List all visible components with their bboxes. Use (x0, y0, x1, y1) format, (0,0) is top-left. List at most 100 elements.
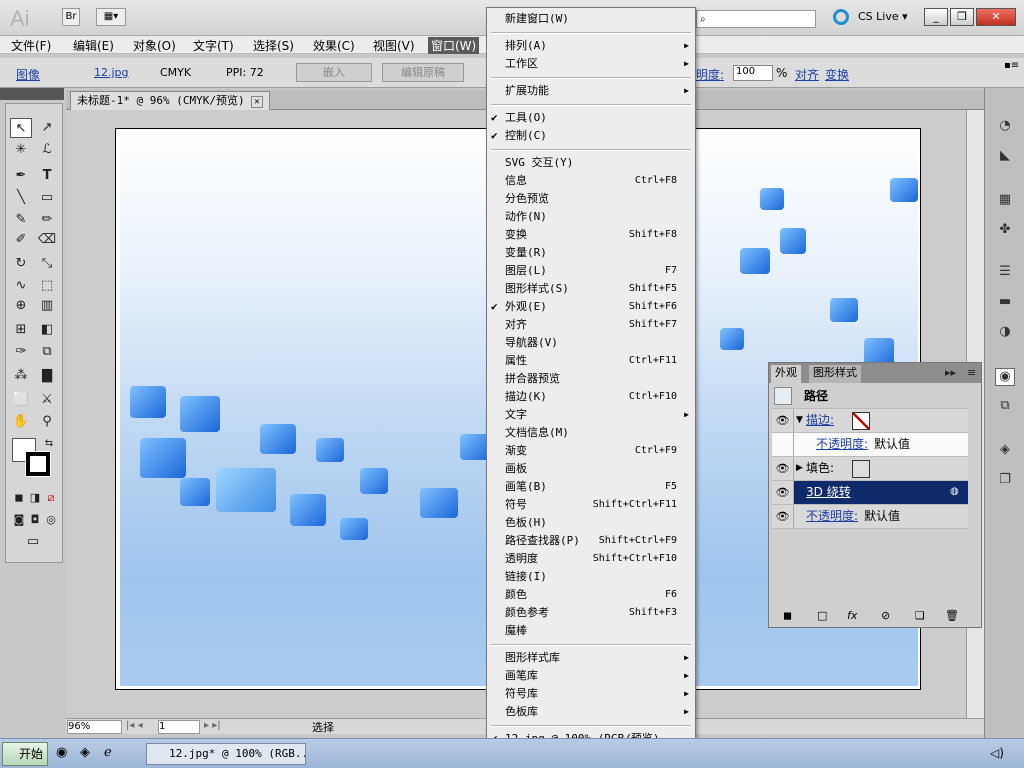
pen-tool-icon[interactable]: ✒ (10, 166, 32, 186)
menu-item[interactable]: 路径查找器(P) Shift+Ctrl+F9 (487, 532, 695, 550)
menu-item[interactable]: SVG 交互(Y) (487, 154, 695, 172)
effect-row[interactable]: 👁 3D 绕转 ◍ (772, 481, 968, 505)
ie-icon[interactable]: ℯ (104, 745, 112, 760)
panel-menu-icon[interactable]: ≡ (963, 365, 980, 383)
menu-item[interactable]: 图形样式库 ▶ (487, 649, 695, 667)
menu-item[interactable]: 画板 (487, 460, 695, 478)
warp-tool-icon[interactable]: ∿ (10, 276, 32, 296)
close-button[interactable]: ✕ (976, 8, 1016, 26)
fill-label[interactable]: 填色: (806, 457, 834, 479)
bridge-button[interactable]: Br (62, 8, 80, 26)
blend-tool-icon[interactable]: ⧉ (36, 342, 58, 362)
menu-item[interactable]: 画笔库 ▶ (487, 667, 695, 685)
volume-icon[interactable]: ◁) (990, 746, 1004, 760)
opacity-field[interactable]: 100 (733, 65, 773, 81)
page-field[interactable]: 1 (158, 720, 200, 734)
menu-object[interactable]: 对象(O) (130, 37, 179, 54)
stroke-link[interactable]: 描边: (806, 409, 834, 431)
tools-collapse-bar[interactable] (0, 88, 64, 100)
menu-item[interactable]: 描边(K) Ctrl+F10 (487, 388, 695, 406)
menu-item[interactable]: 动作(N) (487, 208, 695, 226)
menu-item[interactable]: 符号库 ▶ (487, 685, 695, 703)
swatches-panel-icon[interactable]: ▦ (995, 192, 1015, 210)
menu-item[interactable]: 变量(R) (487, 244, 695, 262)
menu-item[interactable]: 排列(A) ▶ (487, 37, 695, 55)
eye-icon[interactable]: 👁 (772, 481, 794, 504)
stroke-row[interactable]: 👁 ▼ 描边: (772, 409, 968, 433)
opacity-link[interactable]: 明度: (696, 66, 724, 83)
eraser-tool-icon[interactable]: ⌫ (36, 230, 58, 250)
menu-window[interactable]: 窗口(W) (428, 37, 480, 54)
page-nav-first-icon[interactable]: |◂ ◂ (126, 720, 143, 731)
menu-item[interactable]: 颜色参考 Shift+F3 (487, 604, 695, 622)
status-text[interactable]: 选择 (312, 719, 334, 735)
menu-item[interactable]: 分色预览 (487, 190, 695, 208)
menu-item[interactable]: 对齐 Shift+F7 (487, 316, 695, 334)
menu-item[interactable]: 信息 Ctrl+F8 (487, 172, 695, 190)
eye-icon[interactable] (772, 433, 794, 456)
gradient-tool-icon[interactable]: ◧ (36, 320, 58, 340)
menu-item[interactable]: 工作区 ▶ (487, 55, 695, 73)
rectangle-tool-icon[interactable]: ▭ (36, 188, 58, 208)
align-link[interactable]: 对齐 (795, 66, 819, 83)
page-nav-next-icon[interactable]: ▸ ▸| (204, 720, 221, 731)
tab-appearance[interactable]: 外观 (771, 365, 801, 383)
magic-wand-tool-icon[interactable]: ✳ (10, 140, 32, 160)
stroke-swatch[interactable] (25, 451, 51, 477)
minimize-button[interactable]: _ (924, 8, 948, 26)
none-mode-icon[interactable]: ⧄ (40, 488, 62, 508)
zoom-tool-icon[interactable]: ⚲ (36, 412, 58, 432)
taskbar-illustrator-button[interactable]: 12.jpg* @ 100% (RGB... (146, 743, 306, 765)
menu-view[interactable]: 视图(V) (370, 37, 418, 54)
edit-original-button[interactable]: 编辑原稿 (382, 63, 464, 82)
close-tab-icon[interactable]: ✕ (251, 96, 263, 108)
eye-icon[interactable]: 👁 (772, 457, 794, 480)
eye-icon[interactable]: 👁 (772, 505, 794, 528)
opacity-link[interactable]: 不透明度: (816, 433, 868, 455)
clear-icon[interactable]: ⊘ (881, 609, 890, 622)
file-name-link[interactable]: 12.jpg (94, 66, 129, 79)
new-art-basic-icon[interactable]: ◼ (783, 609, 792, 622)
mesh-tool-icon[interactable]: ⊞ (10, 320, 32, 340)
menu-item[interactable]: ✔ 外观(E) Shift+F6 (487, 298, 695, 316)
menu-item[interactable]: 图层(L) F7 (487, 262, 695, 280)
menu-item[interactable]: 导航器(V) (487, 334, 695, 352)
menu-item[interactable]: 渐变 Ctrl+F9 (487, 442, 695, 460)
search-input[interactable]: ⌕ (696, 10, 816, 28)
menu-item[interactable]: 色板库 ▶ (487, 703, 695, 721)
menu-type[interactable]: 文字(T) (190, 37, 237, 54)
brushes-panel-icon[interactable]: ✤ (995, 222, 1015, 240)
menu-item[interactable]: 变换 Shift+F8 (487, 226, 695, 244)
symbol-sprayer-tool-icon[interactable]: ⁂ (10, 366, 32, 386)
embed-button[interactable]: 嵌入 (296, 63, 372, 82)
menu-item[interactable]: 颜色 F6 (487, 586, 695, 604)
tab-graphic-styles[interactable]: 图形样式 (809, 365, 861, 383)
opacity-link[interactable]: 不透明度: (806, 505, 858, 527)
menu-effect[interactable]: 效果(C) (310, 37, 358, 54)
menu-file[interactable]: 文件(F) (8, 37, 54, 54)
cs-live-icon[interactable] (833, 9, 849, 25)
control-menu-icon[interactable]: ▪≡ (1004, 60, 1019, 71)
menu-item[interactable]: 新建窗口(W) (487, 10, 695, 28)
eyedropper-tool-icon[interactable]: ✑ (10, 342, 32, 362)
eye-icon[interactable]: 👁 (772, 409, 794, 432)
menu-item[interactable]: 画笔(B) F5 (487, 478, 695, 496)
transform-link[interactable]: 变换 (825, 66, 849, 83)
line-tool-icon[interactable]: ╲ (10, 188, 32, 208)
swap-colors-icon[interactable]: ⇆ (38, 434, 60, 454)
disclosure-icon[interactable]: ▶ (796, 457, 803, 479)
document-tab[interactable]: 未标题-1* @ 96% (CMYK/预览) ✕ (70, 91, 270, 110)
menu-item[interactable]: 透明度 Shift+Ctrl+F10 (487, 550, 695, 568)
perspective-grid-tool-icon[interactable]: ▥ (36, 296, 58, 316)
menu-item[interactable]: 符号 Shift+Ctrl+F11 (487, 496, 695, 514)
restore-button[interactable]: ❐ (950, 8, 974, 26)
menu-item[interactable]: 链接(I) (487, 568, 695, 586)
layers-panel-icon[interactable]: ◈ (995, 442, 1015, 460)
menu-item[interactable]: 文档信息(M) (487, 424, 695, 442)
fill-row[interactable]: 👁 ▶ 填色: (772, 457, 968, 481)
lasso-tool-icon[interactable]: ℒ (36, 140, 58, 160)
menu-item[interactable]: 文字 ▶ (487, 406, 695, 424)
browser-icon[interactable]: ◉ (56, 745, 67, 760)
selection-tool-icon[interactable]: ↖ (10, 118, 32, 138)
delete-icon[interactable]: 🗑 (945, 609, 959, 622)
